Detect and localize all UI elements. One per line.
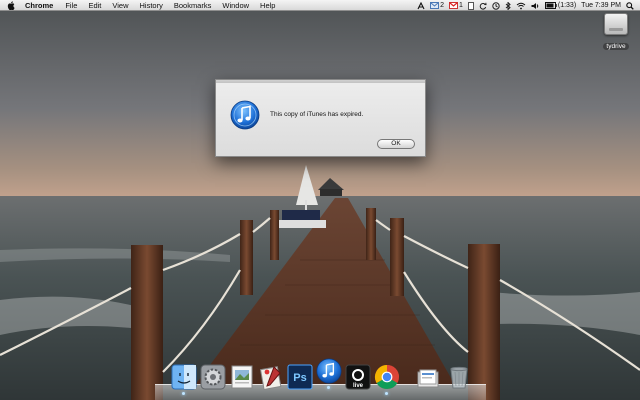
dock-chrome[interactable] [374, 364, 400, 395]
chrome-icon [374, 365, 399, 390]
gmail-count: 1 [458, 2, 463, 9]
mail-count: 2 [440, 2, 444, 9]
running-indicator [385, 392, 388, 395]
wifi-icon[interactable] [516, 2, 526, 10]
mail-icon [430, 2, 440, 9]
status-menus: 2 1 (1:33) Tue 7:39 PM [417, 0, 634, 11]
script-menu-icon[interactable] [417, 1, 425, 10]
dock-preview[interactable] [229, 364, 255, 390]
dock-script-editor[interactable] [258, 364, 284, 390]
gmail-status[interactable]: 1 [448, 0, 463, 11]
preview-icon [231, 365, 253, 389]
menu-help[interactable]: Help [260, 0, 275, 11]
menu-history[interactable]: History [140, 0, 163, 11]
battery-icon [544, 2, 557, 9]
menu-window[interactable]: Window [222, 0, 249, 11]
menu-app-name[interactable]: Chrome [25, 0, 53, 11]
script-icon [259, 366, 282, 390]
dock: Ps live [155, 358, 486, 400]
dock-trash[interactable] [446, 364, 472, 390]
mail-status[interactable]: 2 [430, 0, 444, 11]
time-machine-icon[interactable] [492, 1, 500, 10]
battery-time: (1:33) [557, 2, 577, 9]
photoshop-icon: Ps [287, 364, 313, 390]
live-icon-text: live [353, 383, 364, 389]
running-indicator [182, 392, 185, 395]
dock-system-preferences[interactable] [200, 364, 226, 390]
drive-label: tydrive [603, 43, 629, 50]
sync-icon[interactable] [479, 2, 487, 10]
volume-icon[interactable] [531, 2, 540, 10]
menu-view[interactable]: View [112, 0, 128, 11]
dock-documents[interactable] [415, 364, 441, 390]
running-indicator [327, 386, 330, 389]
menu-edit[interactable]: Edit [88, 0, 101, 11]
trash-icon [450, 366, 468, 389]
documents-icon [417, 369, 439, 388]
gmail-icon [448, 2, 458, 9]
desktop-wallpaper [0, 0, 640, 400]
hard-drive-icon [604, 13, 628, 35]
gear-icon [200, 364, 226, 390]
document-menu-icon[interactable] [467, 1, 474, 10]
desktop-drive[interactable]: tydrive [598, 13, 634, 53]
menu-file[interactable]: File [65, 0, 77, 11]
dock-ableton-live[interactable]: live [345, 364, 371, 390]
dock-finder[interactable] [171, 364, 197, 395]
ok-button[interactable]: OK [377, 139, 415, 149]
apple-menu-icon[interactable] [7, 0, 17, 10]
finder-icon [171, 364, 197, 390]
menu-clock[interactable]: Tue 7:39 PM [581, 0, 621, 11]
battery-status[interactable]: (1:33) [544, 0, 577, 11]
alert-dialog: This copy of iTunes has expired. OK [215, 79, 426, 157]
itunes-icon [316, 358, 342, 384]
spotlight-icon[interactable] [626, 1, 634, 10]
menu-bar: Chrome File Edit View History Bookmarks … [0, 0, 640, 11]
photoshop-icon-text: Ps [293, 372, 306, 384]
dialog-top-edge [216, 80, 425, 83]
live-icon: live [345, 364, 371, 390]
bluetooth-icon[interactable] [505, 1, 511, 10]
dock-itunes[interactable] [316, 358, 342, 389]
itunes-icon [230, 100, 260, 130]
menu-bookmarks[interactable]: Bookmarks [174, 0, 212, 11]
dock-photoshop[interactable]: Ps [287, 364, 313, 390]
dialog-message: This copy of iTunes has expired. [270, 111, 364, 118]
